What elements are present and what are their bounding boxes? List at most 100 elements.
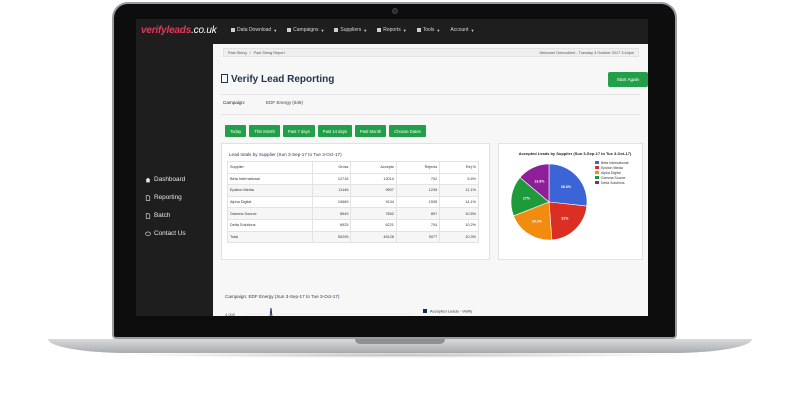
sidebar-item-batch[interactable]: Batch [145,212,170,219]
breadcrumb-item[interactable]: Past String [228,51,247,55]
legend-swatch [423,309,427,313]
divider [221,114,640,115]
top-navbar: verifyleads.co.uk Data Download ▼ Campaig… [136,19,648,44]
table-cell: 5077 [395,230,441,244]
nav-data-download[interactable]: Data Download ▼ [231,27,277,33]
table-cell: 9907 [350,184,397,197]
tools-icon [416,28,421,32]
nav-label: Tools [422,27,435,33]
breadcrumb-separator: / [249,51,251,55]
nav-tools[interactable]: Tools ▼ [416,27,440,33]
table-total-row: Total 50205 45128 5077 10.3% [226,230,479,244]
column-header[interactable]: Rej.% [439,161,479,174]
table-cell: 702 [395,172,441,186]
nav-label: Suppliers [340,27,362,33]
lead-totals-panel: Lead totals by Supplier (Sun 3-Sep-17 to… [221,143,490,260]
reports-icon [377,28,382,32]
campaign-icon [287,28,292,32]
date-past-7-button[interactable]: Past 7 days [282,125,315,137]
laptop-shadow [110,352,690,358]
breadcrumb: Past String / Past String Report [228,51,285,55]
campaign-label: Campaign: [223,100,246,105]
main-nav: Data Download ▼ Campaigns ▼ Suppliers ▼ Rep… [231,27,474,33]
table-cell: 14.1% [439,195,479,209]
table-cell: Total [226,230,314,244]
nav-account[interactable]: Account ▼ [450,27,474,33]
pie-slice-label: 22% [561,217,569,221]
pie-slice-label: 13.8% [534,180,545,184]
table-cell: 704 [395,218,441,232]
nav-suppliers[interactable]: Suppliers ▼ [334,27,367,33]
table-cell: 11.1% [439,184,479,197]
sidebar-item-label: Dashboard [154,176,186,183]
column-header[interactable]: Supplier [226,161,314,174]
table-cell: Alpha Digital [226,195,314,209]
main-content: Past String / Past String Report Welcome… [213,44,648,316]
chevron-down-icon: ▼ [320,27,325,33]
legend-item[interactable]: Gamma Source [595,175,628,180]
legend-swatch [595,176,599,179]
webcam [392,8,398,14]
legend-swatch [595,161,599,164]
campaign-value: EDF Energy (546) [266,100,304,105]
divider [221,94,640,95]
file-icon [145,212,151,219]
table-cell: Epsilon Media [226,184,314,197]
sidebar-item-contact[interactable]: Contact Us [145,230,186,237]
breadcrumb-item: Past String Report [253,51,285,55]
legend-item[interactable]: Delta Solutions [595,180,628,185]
table-cell: 897 [395,207,441,220]
table-cell: 12014 [350,172,397,186]
nav-label: Account [450,27,469,33]
table-cell: 10669 [312,195,352,209]
table-title: Lead totals by Supplier (Sun 3-Sep-17 to… [229,152,342,157]
table-cell: 6925 [312,218,352,232]
pie-slice-label: 20.2% [532,219,543,223]
comments-icon [145,231,151,236]
logo[interactable]: verifyleads.co.uk [141,25,217,36]
table-row: Beta International 12716 12014 702 5.5% [226,172,479,186]
date-past-14-button[interactable]: Past 14 days [317,125,353,137]
choose-dates-button[interactable]: Choose Dates [389,125,426,137]
table-cell: 1535 [395,195,441,209]
date-today-button[interactable]: Today [225,125,247,137]
sidebar-item-reporting[interactable]: Reporting [145,194,182,201]
table-cell: 11146 [312,184,352,197]
table-cell: 10.2% [439,218,479,232]
table-cell: Beta International [226,172,314,186]
nav-reports[interactable]: Reports ▼ [377,27,407,33]
sidebar-item-dashboard[interactable]: Dashboard [145,176,185,183]
table-cell: 6221 [350,218,397,232]
y-tick-label: 4,000 [225,312,236,316]
chevron-down-icon: ▼ [273,27,278,33]
accepted-series-line [269,307,273,316]
sidebar-item-label: Contact Us [154,230,186,237]
table-row: Gamma Source 8549 7652 897 10.5% [226,207,479,220]
logo-brand: verifyleads [141,25,192,36]
pie-slice-label: 17% [523,196,531,200]
column-header[interactable]: Accepts [350,161,397,174]
pie-slice-label: 26.6% [561,185,572,189]
line-chart-title: Campaign: EDF Energy (Sun 3-Sep-17 to Tu… [225,294,340,299]
nav-campaigns[interactable]: Campaigns ▼ [287,27,324,33]
table-cell: 8549 [312,207,352,220]
column-header[interactable]: Rejects [395,161,441,174]
line-chart: 4,000 Accepted Leads - VerifyRejected Le… [225,307,472,316]
column-header[interactable]: Gross [312,161,352,174]
table-cell: 12716 [312,172,352,186]
report-icon [221,74,228,83]
pie-slice[interactable] [548,201,588,241]
pie-chart-panel: Accepted Leads by Supplier (Sun 3-Sep-17… [498,143,643,260]
legend-swatch [595,166,599,169]
file-icon [145,194,151,201]
home-icon [145,177,151,182]
legend-item[interactable]: Beta International [595,160,628,165]
date-this-month-button[interactable]: This Month [249,125,280,137]
pie-chart: 26.6% 22% 20.2% 17% 13.8% [510,163,588,241]
start-again-button[interactable]: Start Again [608,72,648,87]
table-row: Delta Solutions 6925 6221 704 10.2% [226,218,479,232]
date-past-month-button[interactable]: Past Month [355,125,387,137]
breadcrumb-bar: Past String / Past String Report Welcome… [223,48,639,57]
legend-label[interactable]: Accepted Leads - Verify [430,309,472,314]
table-cell: Gamma Source [226,207,314,220]
